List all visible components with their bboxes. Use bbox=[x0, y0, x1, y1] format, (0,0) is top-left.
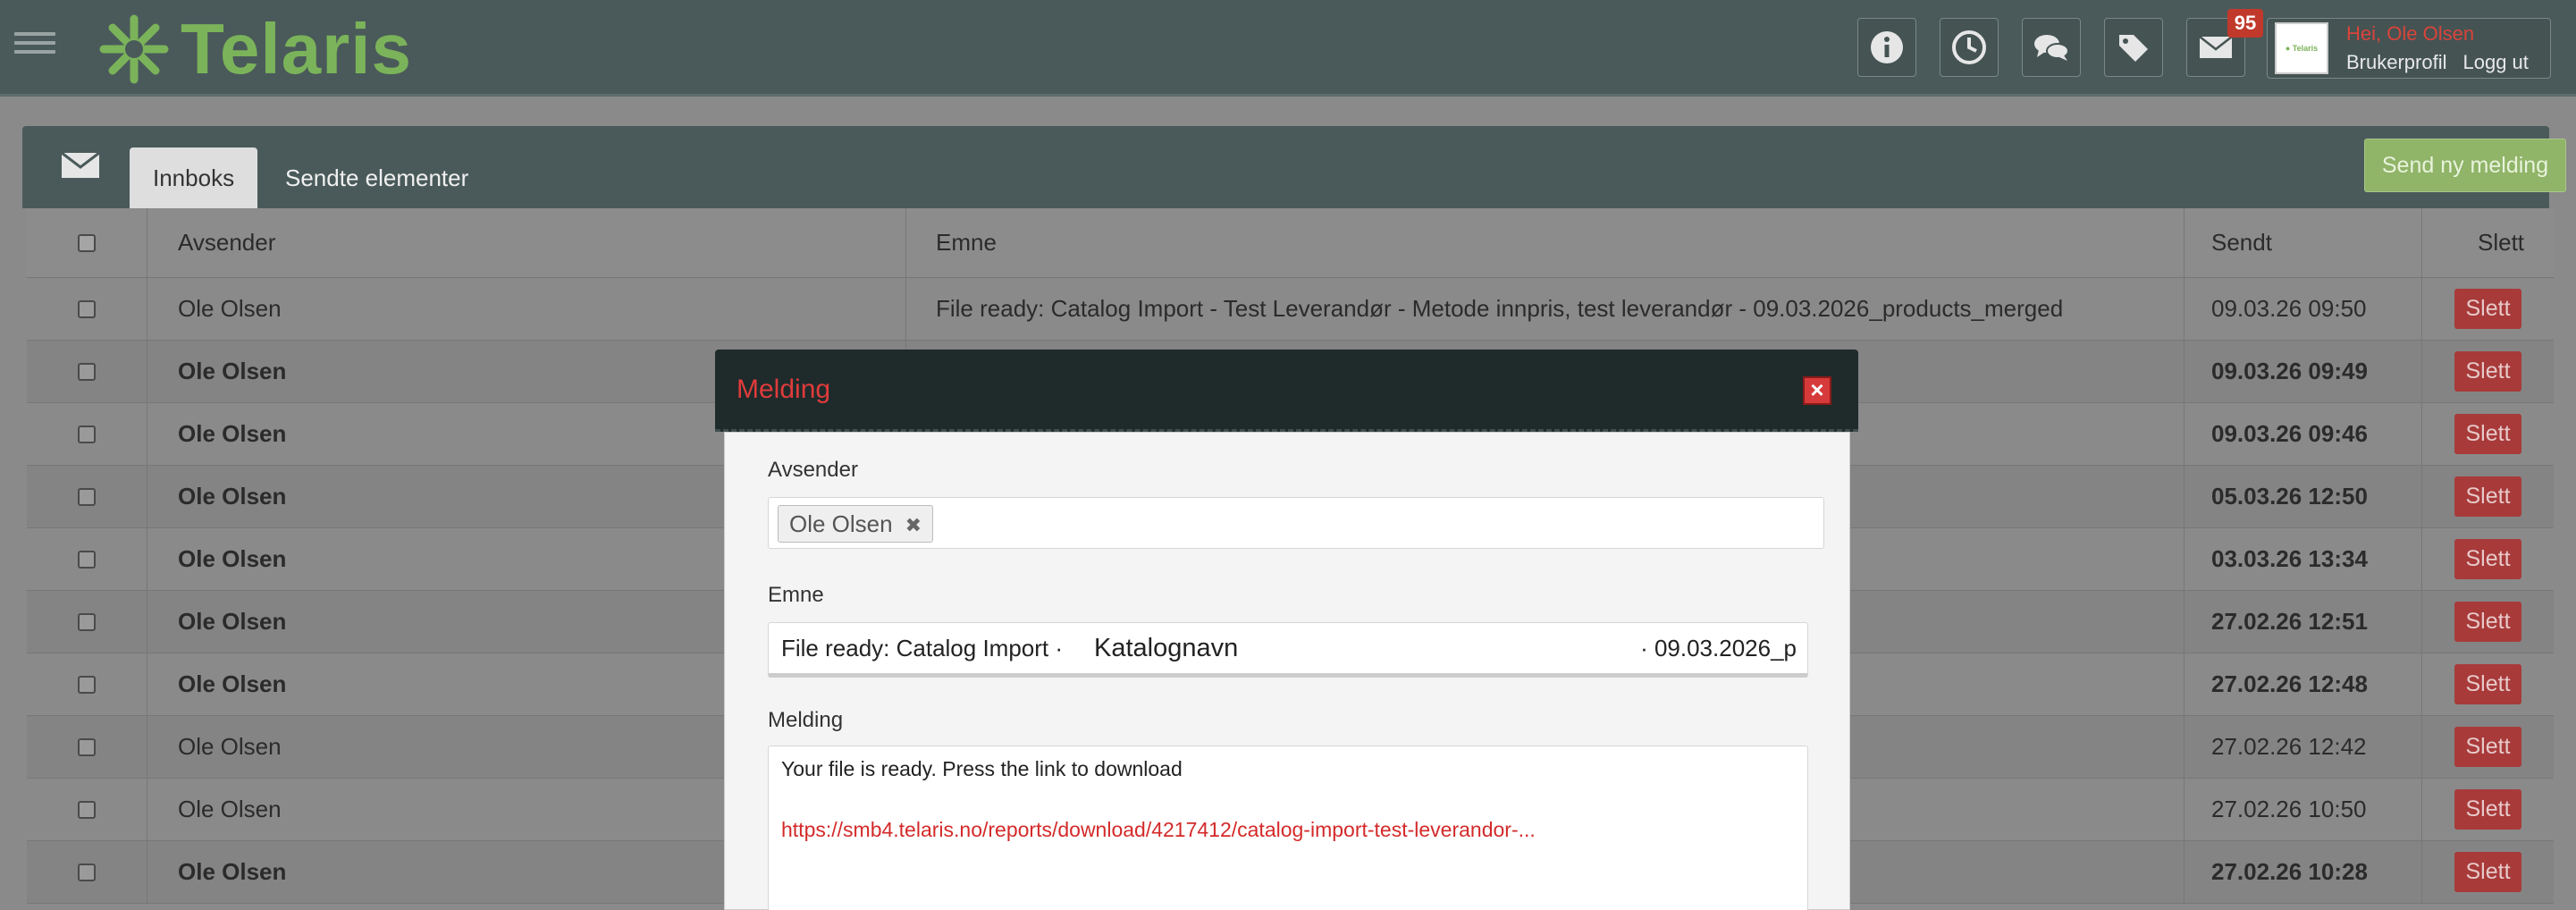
tags-button[interactable] bbox=[2104, 18, 2163, 77]
user-greeting: Hei, Ole Olsen bbox=[2346, 22, 2475, 45]
row-checkbox[interactable] bbox=[78, 612, 96, 631]
info-icon bbox=[1871, 31, 1903, 63]
row-checkbox[interactable] bbox=[78, 299, 96, 318]
avatar[interactable]: ● Telaris bbox=[2275, 22, 2328, 74]
row-sent-date: 27.02.26 10:28 bbox=[2185, 841, 2422, 903]
subject-field[interactable]: File ready: Catalog Import · Katalognavn… bbox=[768, 622, 1808, 678]
delete-button[interactable]: Slett bbox=[2454, 351, 2521, 392]
message-body: Your file is ready. Press the link to do… bbox=[768, 746, 1808, 910]
tab-inbox[interactable]: Innboks bbox=[130, 147, 258, 208]
column-header-subject[interactable]: Emne bbox=[906, 208, 2185, 277]
delete-button[interactable]: Slett bbox=[2454, 539, 2521, 579]
subject-text-end: · 09.03.2026_p bbox=[1640, 634, 1797, 661]
tag-icon bbox=[2119, 35, 2148, 62]
message-label: Melding bbox=[768, 708, 844, 732]
row-sent-date: 05.03.26 12:50 bbox=[2185, 466, 2422, 527]
history-button[interactable] bbox=[1940, 18, 1999, 77]
messages-panel-header: Innboks Sendte elementer Send ny melding bbox=[22, 126, 2566, 208]
row-checkbox[interactable] bbox=[78, 550, 96, 569]
select-all-checkbox[interactable] bbox=[78, 233, 96, 252]
user-menu: ● Telaris Hei, Ole Olsen Brukerprofil Log… bbox=[2267, 18, 2551, 79]
chat-icon bbox=[2034, 35, 2069, 61]
logo-mark-icon bbox=[99, 14, 169, 84]
subject-label: Emne bbox=[768, 583, 824, 607]
delete-button[interactable]: Slett bbox=[2454, 289, 2521, 329]
row-sent-date: 27.02.26 10:50 bbox=[2185, 779, 2422, 840]
column-header-from[interactable]: Avsender bbox=[147, 208, 906, 277]
row-sent-date: 27.02.26 12:51 bbox=[2185, 591, 2422, 653]
subject-text-start: File ready: Catalog Import · bbox=[781, 634, 1064, 661]
table-row[interactable]: Ole Olsen File ready: Catalog Import - Te… bbox=[27, 278, 2554, 341]
row-sent-date: 03.03.26 13:34 bbox=[2185, 528, 2422, 590]
logout-link[interactable]: Logg ut bbox=[2462, 51, 2528, 73]
clock-icon bbox=[1952, 30, 1986, 64]
info-button[interactable] bbox=[1857, 18, 1916, 77]
delete-button[interactable]: Slett bbox=[2454, 852, 2521, 892]
notification-badge: 95 bbox=[2227, 9, 2263, 38]
column-header-sent[interactable]: Sendt bbox=[2185, 208, 2422, 277]
column-header-delete: Slett bbox=[2478, 229, 2525, 256]
delete-button[interactable]: Slett bbox=[2454, 664, 2521, 704]
row-checkbox[interactable] bbox=[78, 362, 96, 381]
message-modal: Melding × Avsender Ole Olsen ✖ Emne File … bbox=[715, 350, 1858, 910]
row-sender: Ole Olsen bbox=[147, 278, 906, 340]
logo[interactable]: Telaris bbox=[98, 9, 412, 89]
envelope-icon bbox=[61, 151, 100, 178]
delete-button[interactable]: Slett bbox=[2454, 727, 2521, 767]
sender-tag-label: Ole Olsen bbox=[789, 510, 893, 537]
row-checkbox[interactable] bbox=[78, 863, 96, 881]
row-checkbox[interactable] bbox=[78, 487, 96, 506]
row-sent-date: 27.02.26 12:48 bbox=[2185, 653, 2422, 715]
row-sent-date: 27.02.26 12:42 bbox=[2185, 716, 2422, 778]
modal-title: Melding bbox=[737, 375, 831, 404]
row-sent-date: 09.03.26 09:49 bbox=[2185, 341, 2422, 402]
menu-icon[interactable] bbox=[14, 32, 55, 61]
delete-button[interactable]: Slett bbox=[2454, 476, 2521, 517]
delete-button[interactable]: Slett bbox=[2454, 789, 2521, 830]
row-checkbox[interactable] bbox=[78, 675, 96, 694]
logo-text: Telaris bbox=[181, 9, 412, 88]
row-subject: File ready: Catalog Import - Test Levera… bbox=[906, 278, 2185, 340]
sender-field[interactable]: Ole Olsen ✖ bbox=[768, 497, 1824, 549]
row-checkbox[interactable] bbox=[78, 425, 96, 443]
close-icon[interactable]: × bbox=[1803, 376, 1831, 405]
row-sent-date: 09.03.26 09:46 bbox=[2185, 403, 2422, 465]
subject-overlay-text: Katalognavn bbox=[1094, 633, 1239, 662]
row-sent-date: 09.03.26 09:50 bbox=[2185, 278, 2422, 340]
top-bar: Telaris 95 ● Telaris Hei, Ole Olsen Bruk… bbox=[0, 0, 2576, 97]
profile-link[interactable]: Brukerprofil bbox=[2346, 51, 2446, 73]
chat-button[interactable] bbox=[2022, 18, 2081, 77]
download-link[interactable]: https://smb4.telaris.no/reports/download… bbox=[781, 818, 1536, 842]
sender-label: Avsender bbox=[768, 458, 858, 482]
message-text: Your file is ready. Press the link to do… bbox=[781, 757, 1183, 780]
row-checkbox[interactable] bbox=[78, 737, 96, 756]
row-checkbox[interactable] bbox=[78, 800, 96, 819]
modal-body: Avsender Ole Olsen ✖ Emne File ready: Cat… bbox=[724, 432, 1850, 910]
send-new-message-button[interactable]: Send ny melding bbox=[2364, 139, 2566, 192]
remove-tag-icon[interactable]: ✖ bbox=[905, 514, 922, 536]
delete-button[interactable]: Slett bbox=[2454, 414, 2521, 454]
tab-sent-items[interactable]: Sendte elementer bbox=[262, 147, 492, 208]
sender-tag: Ole Olsen ✖ bbox=[778, 505, 934, 543]
delete-button[interactable]: Slett bbox=[2454, 602, 2521, 642]
table-header-row: Avsender Emne Sendt Slett bbox=[27, 208, 2554, 278]
modal-header: Melding × bbox=[715, 350, 1858, 432]
